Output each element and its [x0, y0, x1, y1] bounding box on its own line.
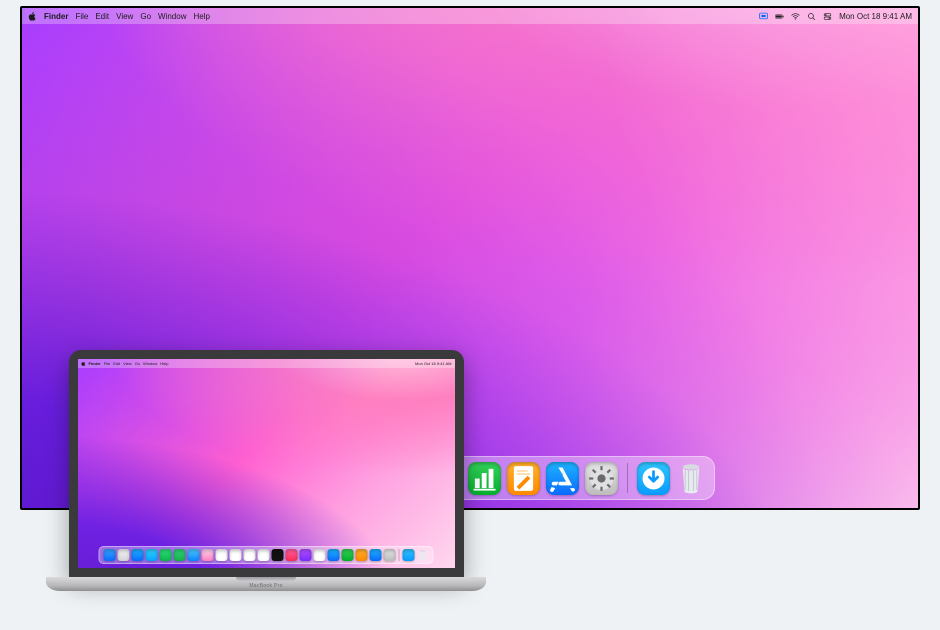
- apple-menu-icon[interactable]: [81, 361, 86, 367]
- apple-menu-icon[interactable]: [28, 12, 37, 21]
- menu-item-view[interactable]: View: [116, 12, 133, 21]
- menu-item-help[interactable]: Help: [193, 12, 209, 21]
- menu-item-window[interactable]: Window: [158, 12, 186, 21]
- menu-item-file[interactable]: File: [75, 12, 88, 21]
- dock-app-news[interactable]: [314, 549, 326, 561]
- menu-item-window[interactable]: Window: [143, 361, 157, 366]
- spotlight-icon[interactable]: [807, 12, 816, 21]
- menu-item-edit[interactable]: Edit: [113, 361, 120, 366]
- menu-item-view[interactable]: View: [123, 361, 132, 366]
- menu-app-name[interactable]: Finder: [44, 12, 68, 21]
- dock-app-messages[interactable]: [160, 549, 172, 561]
- dock-app-reminders[interactable]: [244, 549, 256, 561]
- dock-separator: [627, 463, 628, 493]
- dock-app-keynote[interactable]: [328, 549, 340, 561]
- dock-downloads[interactable]: [637, 462, 670, 495]
- menu-item-go[interactable]: Go: [140, 12, 151, 21]
- dock-app-settings[interactable]: [384, 549, 396, 561]
- dock-app-music[interactable]: [286, 549, 298, 561]
- menu-item-help[interactable]: Help: [160, 361, 168, 366]
- dock-app-appstore[interactable]: [546, 462, 579, 495]
- menu-bar: Finder File Edit View Go Window Help: [22, 8, 918, 24]
- laptop-menu-bar: Finder File Edit View Go Window Help Mon…: [78, 359, 455, 368]
- menu-datetime[interactable]: Mon Oct 18 9:41 AM: [415, 361, 451, 366]
- screen-mirroring-icon[interactable]: [759, 12, 768, 21]
- dock-app-notes[interactable]: [258, 549, 270, 561]
- dock-app-photos[interactable]: [202, 549, 214, 561]
- dock-app-podcasts[interactable]: [300, 549, 312, 561]
- battery-icon[interactable]: [775, 12, 784, 21]
- dock-app-contacts[interactable]: [230, 549, 242, 561]
- dock-app-numbers[interactable]: [342, 549, 354, 561]
- laptop-device: Finder File Edit View Go Window Help Mon…: [46, 350, 486, 591]
- dock-app-appstore[interactable]: [370, 549, 382, 561]
- laptop-desktop[interactable]: Finder File Edit View Go Window Help Mon…: [78, 359, 455, 568]
- dock-app-mail[interactable]: [146, 549, 158, 561]
- dock-app-calendar[interactable]: [216, 549, 228, 561]
- dock-app-pages[interactable]: [507, 462, 540, 495]
- dock-app-tv[interactable]: [272, 549, 284, 561]
- dock-downloads[interactable]: [403, 549, 415, 561]
- menu-datetime[interactable]: Mon Oct 18 9:41 AM: [839, 12, 912, 21]
- laptop-model-label: MacBook Pro: [46, 583, 486, 589]
- dock-trash[interactable]: [417, 549, 429, 561]
- menu-app-name[interactable]: Finder: [89, 361, 101, 366]
- wifi-icon[interactable]: [791, 12, 800, 21]
- dock-app-safari[interactable]: [132, 549, 144, 561]
- laptop-dock: [99, 546, 434, 564]
- dock-app-settings[interactable]: [585, 462, 618, 495]
- dock-separator: [399, 549, 400, 561]
- menu-item-file[interactable]: File: [104, 361, 110, 366]
- dock-trash[interactable]: [676, 462, 706, 495]
- dock-app-finder[interactable]: [104, 549, 116, 561]
- dock-app-maps[interactable]: [188, 549, 200, 561]
- dock-app-launchpad[interactable]: [118, 549, 130, 561]
- menu-item-edit[interactable]: Edit: [95, 12, 109, 21]
- laptop-base: MacBook Pro: [46, 577, 486, 591]
- control-center-icon[interactable]: [823, 12, 832, 21]
- dock-app-facetime[interactable]: [174, 549, 186, 561]
- menu-item-go[interactable]: Go: [135, 361, 140, 366]
- wallpaper-layer: [78, 359, 455, 547]
- dock-app-pages[interactable]: [356, 549, 368, 561]
- laptop-bezel: Finder File Edit View Go Window Help Mon…: [69, 350, 464, 577]
